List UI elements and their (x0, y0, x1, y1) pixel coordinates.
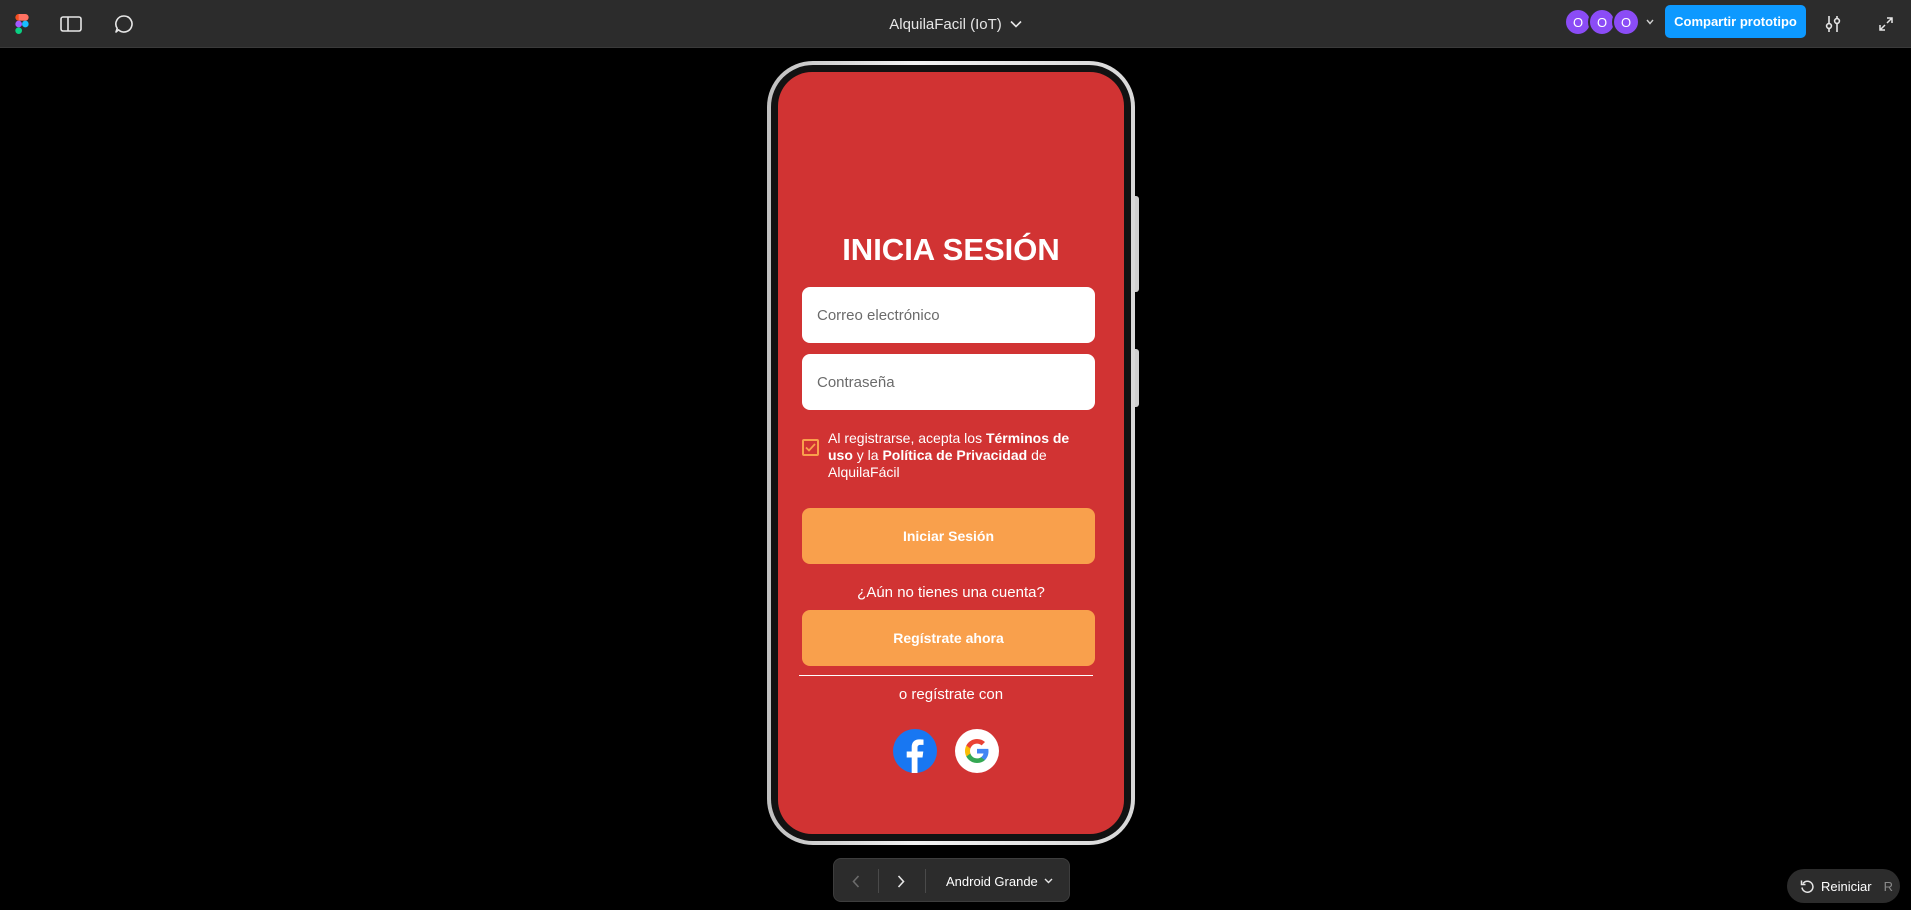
chevron-down-icon[interactable] (1646, 19, 1654, 25)
restart-button[interactable]: Reiniciar R (1787, 869, 1900, 903)
terms-row: Al registrarse, acepta los Términos de u… (802, 430, 1095, 481)
expand-icon[interactable] (1872, 10, 1900, 38)
terms-middle: y la (852, 447, 883, 463)
restart-label: Reiniciar (1821, 878, 1872, 894)
chevron-down-icon (1044, 878, 1053, 884)
figma-logo-icon[interactable] (8, 10, 36, 38)
chevron-left-icon (852, 874, 860, 888)
prototype-nav-bar: Android Grande (833, 858, 1070, 902)
google-icon (965, 739, 989, 763)
page-title: INICIA SESIÓN (842, 232, 1060, 267)
share-prototype-button[interactable]: Compartir prototipo (1665, 5, 1806, 38)
nav-separator (925, 869, 926, 893)
comment-icon[interactable] (110, 10, 138, 38)
nav-separator (878, 869, 879, 893)
device-name: Android Grande (946, 873, 1038, 889)
file-title: AlquilaFacil (IoT) (889, 15, 1002, 33)
avatar[interactable]: O (1612, 8, 1640, 36)
login-screen: INICIA SESIÓN Al registrarse, acepta los… (778, 72, 1124, 834)
facebook-login-button[interactable] (893, 729, 937, 773)
collaborator-avatars[interactable]: O O O (1564, 8, 1654, 36)
terms-checkbox[interactable] (802, 439, 819, 456)
sidebar-toggle-icon[interactable] (57, 10, 85, 38)
restart-icon (1800, 880, 1814, 893)
email-field[interactable] (802, 287, 1095, 343)
divider (799, 675, 1093, 676)
password-field[interactable] (802, 354, 1095, 410)
top-toolbar: AlquilaFacil (IoT) O O O Compartir proto… (0, 0, 1911, 48)
terms-text: Al registrarse, acepta los Términos de u… (828, 430, 1095, 481)
no-account-text: ¿Aún no tienes una cuenta? (857, 584, 1045, 601)
terms-prefix: Al registrarse, acepta los (828, 430, 986, 446)
privacy-policy-link[interactable]: Política de Privacidad (882, 447, 1027, 463)
check-icon (805, 443, 816, 452)
register-now-button[interactable]: Regístrate ahora (802, 610, 1095, 666)
file-title-dropdown[interactable]: AlquilaFacil (IoT) (889, 16, 1022, 33)
facebook-icon (906, 739, 924, 773)
chevron-right-icon (897, 874, 905, 888)
login-button[interactable]: Iniciar Sesión (802, 508, 1095, 564)
device-selector[interactable]: Android Grande (946, 859, 1053, 903)
phone-frame: INICIA SESIÓN Al registrarse, acepta los… (767, 61, 1135, 845)
next-frame-button[interactable] (887, 867, 915, 895)
google-login-button[interactable] (955, 729, 999, 773)
previous-frame-button[interactable] (842, 867, 870, 895)
chevron-down-icon (1010, 20, 1022, 28)
restart-shortcut: R (1883, 878, 1893, 894)
settings-sliders-icon[interactable] (1819, 10, 1847, 38)
or-register-text: o regístrate con (898, 686, 1004, 703)
